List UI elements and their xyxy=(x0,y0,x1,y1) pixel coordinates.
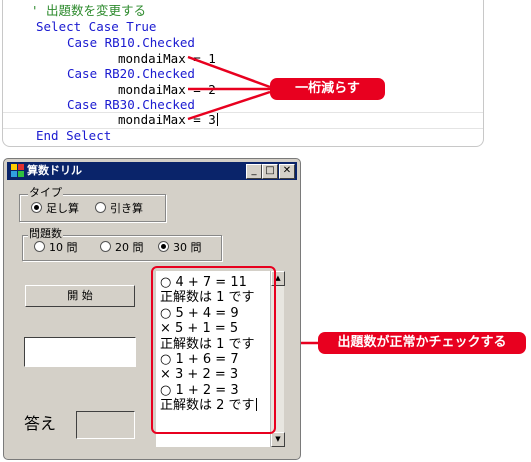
scroll-down-button[interactable]: ▼ xyxy=(271,432,285,447)
radio-subtraction[interactable]: 引き算 xyxy=(95,202,143,215)
arrow-line-3 xyxy=(187,90,271,121)
question-display xyxy=(24,337,136,367)
minimize-button[interactable]: _ xyxy=(246,164,262,179)
results-highlight-box xyxy=(151,266,276,434)
radio-dot-icon xyxy=(31,202,42,213)
answer-label: 答え xyxy=(24,414,57,433)
title-bar[interactable]: 算数ドリル _ □ ✕ xyxy=(7,162,297,180)
radio-30[interactable]: 30 問 xyxy=(158,241,202,254)
app-icon xyxy=(11,164,24,177)
radio-10[interactable]: 10 問 xyxy=(34,241,78,254)
start-button[interactable]: 開 始 xyxy=(25,285,135,307)
radio-addition[interactable]: 足し算 xyxy=(31,202,79,215)
callout-check-count: 出題数が正常かチェックする xyxy=(318,332,526,354)
maximize-button[interactable]: □ xyxy=(262,164,278,179)
radio-dot-icon xyxy=(100,241,111,252)
type-group-label: タイプ xyxy=(28,186,63,199)
answer-input[interactable] xyxy=(76,411,135,439)
radio-dot-icon xyxy=(95,202,106,213)
callout-reduce-digit: 一桁減らす xyxy=(270,78,385,100)
arrow-line-1 xyxy=(187,55,271,89)
close-button[interactable]: ✕ xyxy=(279,164,295,179)
window-title: 算数ドリル xyxy=(27,164,82,177)
radio-dot-icon xyxy=(34,241,45,252)
radio-20[interactable]: 20 問 xyxy=(100,241,144,254)
radio-dot-icon xyxy=(158,241,169,252)
count-group-label: 問題数 xyxy=(28,227,63,240)
